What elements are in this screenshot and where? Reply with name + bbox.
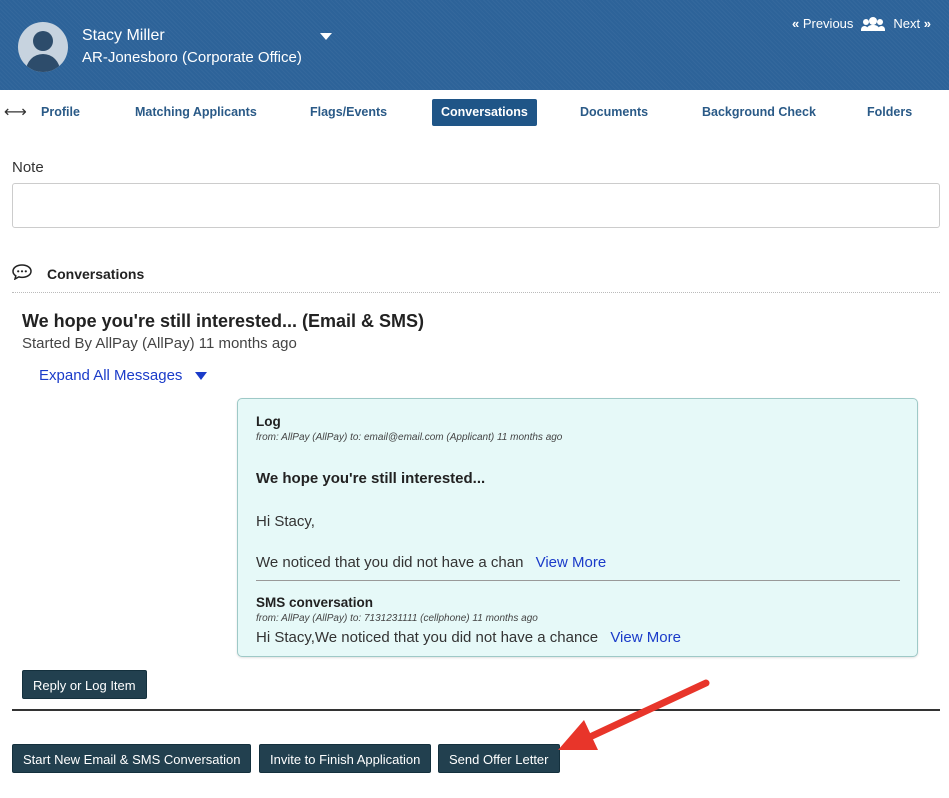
tab-background-check[interactable]: Background Check [702,99,816,126]
message-from-line: from: AllPay (AllPay) to: email@email.co… [256,432,563,443]
expand-all-messages-link[interactable]: Expand All Messages [39,367,182,384]
conversations-section-header: Conversations [12,263,940,293]
next-label: Next [893,16,921,31]
message-divider [256,580,900,581]
double-chevron-right-icon: » [923,16,931,31]
message-card: Log from: AllPay (AllPay) to: email@emai… [237,398,918,657]
message-type-label: Log [256,414,281,429]
message-subject: We hope you're still interested... [256,470,486,487]
applicant-location: AR-Jonesboro (Corporate Office) [82,49,302,66]
caret-down-icon[interactable] [195,372,207,380]
tab-matching-applicants[interactable]: Matching Applicants [135,99,257,126]
reply-or-log-item-button[interactable]: Reply or Log Item [22,670,147,699]
resize-horizontal-icon[interactable]: ⟷ [4,102,27,122]
view-more-link[interactable]: View More [536,554,607,571]
conversations-title: Conversations [47,266,145,282]
sms-snippet: Hi Stacy,We noticed that you did not hav… [256,629,599,646]
note-label: Note [12,159,44,176]
tab-flags-events[interactable]: Flags/Events [310,99,387,126]
avatar [18,22,68,72]
tab-conversations[interactable]: Conversations [432,99,537,126]
applicant-header: Stacy Miller AR-Jonesboro (Corporate Off… [0,0,949,90]
message-snippet-row: We noticed that you did not have a chan … [256,554,606,571]
previous-button[interactable]: « Previous [792,16,853,31]
double-chevron-left-icon: « [791,16,800,31]
applicant-name: Stacy Miller [82,27,165,44]
tab-bar: ⟷ Profile Matching Applicants Flags/Even… [0,97,949,129]
tab-profile[interactable]: Profile [41,99,80,126]
sms-from-line: from: AllPay (AllPay) to: 7131231111 (ce… [256,613,538,624]
send-offer-letter-button[interactable]: Send Offer Letter [438,744,560,773]
start-new-conversation-button[interactable]: Start New Email & SMS Conversation [12,744,252,773]
chevron-down-icon[interactable] [320,33,332,40]
tab-folders[interactable]: Folders [867,99,912,126]
previous-label: Previous [802,16,854,31]
sms-snippet-row: Hi Stacy,We noticed that you did not hav… [256,629,681,646]
thread-title: We hope you're still interested... (Emai… [22,311,425,331]
thread-started-by: Started By AllPay (AllPay) 11 months ago [22,335,297,352]
note-textarea[interactable] [12,183,940,228]
invite-to-finish-application-button[interactable]: Invite to Finish Application [259,744,432,773]
sms-conversation-title: SMS conversation [256,595,374,610]
prev-next-nav: « Previous Next » [792,16,931,31]
speech-bubble-icon [12,264,32,280]
message-snippet: We noticed that you did not have a chan [256,554,524,571]
tab-documents[interactable]: Documents [580,99,648,126]
sms-view-more-link[interactable]: View More [610,629,681,646]
section-divider [12,709,940,711]
people-icon[interactable] [861,16,886,31]
message-greeting: Hi Stacy, [256,513,315,530]
next-button[interactable]: Next » [893,16,931,31]
